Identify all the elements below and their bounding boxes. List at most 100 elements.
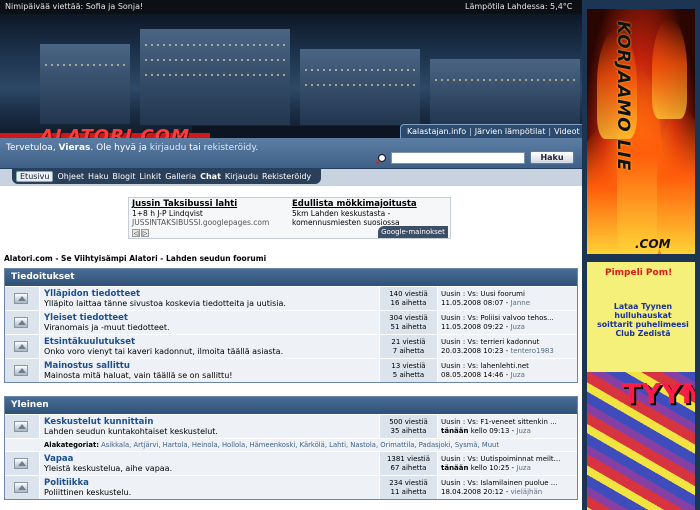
topic-count: 51 aihetta bbox=[390, 323, 427, 331]
building-shape bbox=[300, 49, 420, 125]
window-lights bbox=[145, 59, 285, 61]
site-banner: ALATORI.COM bbox=[0, 14, 582, 138]
nav-etusivu[interactable]: Etusivu bbox=[16, 171, 54, 182]
forum-status-icon bbox=[5, 335, 39, 358]
forum-stats: 13 viestiä 5 aihetta bbox=[380, 359, 437, 382]
last-post-date: tänään bbox=[441, 427, 469, 435]
forum-title[interactable]: Etsintäkuulutukset bbox=[44, 337, 375, 347]
post-count: 234 viestiä bbox=[389, 479, 428, 487]
building-shape bbox=[430, 59, 580, 125]
forum-title[interactable]: Keskustelut kunnittain bbox=[44, 417, 375, 427]
nav-rekisteroidy[interactable]: Rekisteröidy bbox=[262, 172, 311, 181]
nav-kirjaudu[interactable]: Kirjaudu bbox=[225, 172, 258, 181]
forum-row: Vapaa Yleistä keskustelua, aihe vapaa. 1… bbox=[5, 451, 577, 475]
nav-ohjeet[interactable]: Ohjeet bbox=[57, 172, 84, 181]
last-post-title[interactable]: Uusin : Vs: Islamilainen puolue ... bbox=[441, 479, 574, 488]
nav-linkit[interactable]: Linkit bbox=[139, 172, 161, 181]
forum-title[interactable]: Yleiset tiedotteet bbox=[44, 313, 375, 323]
last-post-author[interactable]: Juza bbox=[516, 427, 530, 435]
nav-pill: Etusivu Ohjeet Haku Blogit Linkit Galleria Cha… bbox=[12, 169, 322, 184]
forum-status-icon bbox=[5, 415, 39, 438]
category-yleinen: Yleinen Keskustelut kunnittain Lahden se… bbox=[4, 396, 578, 500]
nav-galleria[interactable]: Galleria bbox=[165, 172, 196, 181]
quicklink-videot[interactable]: Videot bbox=[554, 127, 580, 136]
last-post-author[interactable]: tentero1983 bbox=[510, 347, 553, 355]
last-post-title[interactable]: Uusin : Vs: Poliisi valvoo tehos... bbox=[441, 314, 574, 323]
last-post-title[interactable]: Uusin : Vs: Uutispoiminnat meilt... bbox=[441, 455, 574, 464]
names-day-text: Nimipäivää viettää: Sofia ja Sonja! bbox=[5, 2, 144, 11]
window-lights bbox=[305, 69, 415, 71]
quicklink-jarvien-lampotilat[interactable]: Järvien lämpötilat bbox=[475, 127, 546, 136]
forum-info: Keskustelut kunnittain Lahden seudun kun… bbox=[40, 415, 379, 438]
ad-title[interactable]: Edullista mökkimajoitusta bbox=[292, 199, 448, 209]
banner-suffix: .COM bbox=[635, 237, 671, 251]
korjaamolie-banner-ad[interactable]: KORJAAMO LIE .COM bbox=[587, 9, 695, 254]
nav-blogit[interactable]: Blogit bbox=[112, 172, 135, 181]
forum-title[interactable]: Vapaa bbox=[44, 454, 375, 464]
register-link[interactable]: rekisteröidy bbox=[204, 143, 256, 153]
search-input[interactable] bbox=[391, 152, 525, 164]
ad-arrows: ◁ ▷ bbox=[132, 228, 150, 237]
last-post-title[interactable]: Uusin : Vs: terrieri kadonnut bbox=[441, 338, 574, 347]
forum-stats: 234 viestiä 11 aihetta bbox=[380, 476, 437, 499]
welcome-end: . bbox=[255, 143, 259, 153]
forum-description: Poliittinen keskustelu. bbox=[44, 488, 132, 497]
breadcrumb[interactable]: Alatori.com - Se Viihtyisämpi Alatori - … bbox=[4, 254, 266, 263]
last-post-time: kello 09:13 bbox=[470, 427, 510, 435]
window-lights bbox=[435, 79, 575, 81]
category-header[interactable]: Tiedoitukset bbox=[5, 269, 577, 286]
last-post: Uusin : Vs: Uutispoiminnat meilt... tänää… bbox=[438, 452, 577, 475]
forum-info: Vapaa Yleistä keskustelua, aihe vapaa. bbox=[40, 452, 379, 475]
subforum-links[interactable]: Asikkala, Artjärvi, Hartola, Heinola, Ho… bbox=[101, 441, 499, 449]
forum-stats: 140 viestiä 16 aihetta bbox=[380, 287, 437, 310]
ad-title[interactable]: Jussin Taksibussi lahti bbox=[132, 199, 282, 209]
window-lights bbox=[145, 44, 285, 46]
banner-text: KORJAAMO LIE bbox=[613, 21, 633, 172]
prev-arrow-icon[interactable]: ◁ bbox=[132, 229, 140, 237]
next-arrow-icon[interactable]: ▷ bbox=[141, 229, 149, 237]
nav-haku[interactable]: Haku bbox=[88, 172, 108, 181]
ad-url[interactable]: JUSSINTAKSIBUSSI.googlepages.com bbox=[132, 218, 282, 227]
forum-title[interactable]: Ylläpidon tiedotteet bbox=[44, 289, 375, 299]
last-post-author[interactable]: Juza bbox=[510, 371, 524, 379]
last-post-date: tänään bbox=[441, 464, 469, 472]
forum-row: Mainostus sallittu Mainosta mitä haluat,… bbox=[5, 358, 577, 382]
forum-row: Keskustelut kunnittain Lahden seudun kun… bbox=[5, 414, 577, 438]
last-post-title[interactable]: Uusin : Vs: Uusi foorumi bbox=[441, 290, 574, 299]
ad-mokkimajoitus[interactable]: Edullista mökkimajoitusta 5km Lahden kes… bbox=[292, 199, 448, 227]
site-logo[interactable]: ALATORI.COM bbox=[40, 126, 190, 138]
banner-body: Lataa Tyynen hulluhauskat soittarit puhe… bbox=[597, 302, 689, 338]
last-post-author[interactable]: Juza bbox=[516, 464, 530, 472]
login-link[interactable]: kirjaudu bbox=[150, 143, 187, 153]
ad-line: 5km Lahden keskustasta -komennusmiesten … bbox=[292, 209, 400, 227]
topic-count: 5 aihetta bbox=[392, 371, 425, 379]
last-post-date: 08.05.2008 14:46 bbox=[441, 371, 504, 379]
forum-title[interactable]: Politiikka bbox=[44, 478, 375, 488]
post-count: 1381 viestiä bbox=[386, 455, 431, 463]
forum-row: Yleiset tiedotteet Viranomais ja -muut t… bbox=[5, 310, 577, 334]
last-post-title[interactable]: Uusin : Vs: lahenlehti.net bbox=[441, 362, 574, 371]
last-post: Uusin : Vs: Islamilainen puolue ... 18.04… bbox=[438, 476, 577, 499]
last-post-date: 11.05.2008 08:07 bbox=[441, 299, 504, 307]
forum-info: Politiikka Poliittinen keskustelu. bbox=[40, 476, 379, 499]
welcome-text: Tervetuloa, Vieras. Ole hyvä ja kirjaudu… bbox=[6, 143, 258, 153]
forum-info: Ylläpidon tiedotteet Ylläpito laittaa tä… bbox=[40, 287, 379, 310]
welcome-middle: . Ole hyvä ja bbox=[90, 143, 150, 153]
forum-status-icon bbox=[5, 359, 39, 382]
temperature-text: Lämpötila Lahdessa: 5,4°C bbox=[465, 2, 573, 11]
forum-title[interactable]: Mainostus sallittu bbox=[44, 361, 375, 371]
last-post-time: kello 10:25 bbox=[470, 464, 510, 472]
quicklink-kalastajan[interactable]: Kalastajan.info bbox=[407, 127, 466, 136]
last-post-author[interactable]: Juza bbox=[510, 323, 524, 331]
last-post-title[interactable]: Uusin : Vs: F1-veneet sittenkin ... bbox=[441, 418, 574, 427]
google-ads-badge[interactable]: Google-mainokset bbox=[378, 226, 448, 238]
forum-info: Etsintäkuulutukset Onko voro vienyt tai … bbox=[40, 335, 379, 358]
category-header[interactable]: Yleinen bbox=[5, 397, 577, 414]
ad-taksibussi[interactable]: Jussin Taksibussi lahti 1+8 h J-P Lindqv… bbox=[132, 199, 282, 227]
last-post-author[interactable]: Janne bbox=[510, 299, 530, 307]
nav-chat[interactable]: Chat bbox=[200, 172, 221, 181]
last-post-author[interactable]: vieläjhän bbox=[510, 488, 542, 496]
search-button[interactable]: Haku bbox=[530, 151, 574, 164]
tyyne-banner-ad[interactable]: Pimpeli Pom! Lataa Tyynen hulluhauskat s… bbox=[587, 262, 695, 510]
forum-info: Yleiset tiedotteet Viranomais ja -muut t… bbox=[40, 311, 379, 334]
